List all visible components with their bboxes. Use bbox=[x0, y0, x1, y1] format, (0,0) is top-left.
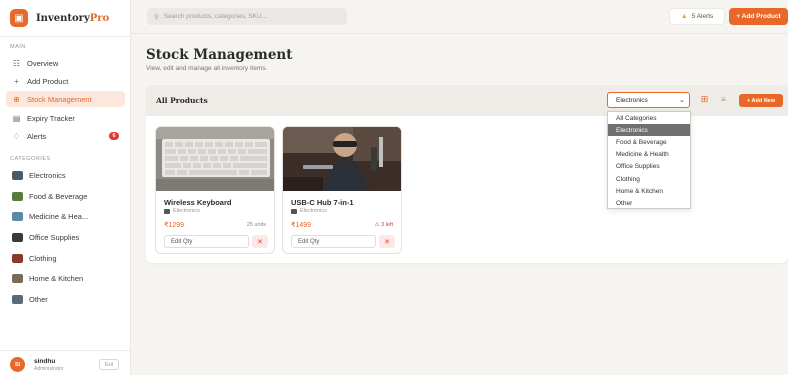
product-name: USB-C Hub 7-in-1 bbox=[291, 198, 354, 207]
category-dropdown-list: All Categories Electronics Food & Bevera… bbox=[607, 111, 691, 209]
keyboard-product-image bbox=[156, 127, 274, 191]
category-icon bbox=[291, 208, 297, 214]
sidebar-category-office-supplies[interactable]: Office Supplies bbox=[6, 229, 125, 245]
app-name: InventoryPro bbox=[36, 12, 110, 24]
grid-view-icon[interactable]: ⊞ bbox=[699, 94, 710, 105]
list-view-icon[interactable]: ≡ bbox=[718, 94, 729, 105]
brand[interactable]: ▣ InventoryPro bbox=[10, 9, 109, 27]
category-label: Clothing bbox=[29, 253, 57, 263]
product-category-label: Electronics bbox=[173, 208, 200, 214]
category-thumbnail bbox=[12, 273, 23, 283]
category-label: Electronics bbox=[29, 170, 66, 180]
add-product-button[interactable]: + Add Product bbox=[729, 8, 788, 25]
dropdown-option-electronics[interactable]: Electronics bbox=[608, 124, 690, 137]
dropdown-option-medicine-health[interactable]: Medicine & Health bbox=[608, 149, 690, 161]
category-thumbnail bbox=[12, 170, 23, 180]
category-icon bbox=[164, 208, 170, 214]
dropdown-option-food-beverage[interactable]: Food & Beverage bbox=[608, 136, 690, 148]
sidebar-item-label: Stock Management bbox=[27, 94, 92, 104]
panel-title: All Products bbox=[156, 96, 208, 105]
product-price: ₹1499 bbox=[291, 222, 312, 229]
plus-icon: + bbox=[14, 76, 19, 86]
category-label: Office Supplies bbox=[29, 232, 80, 242]
product-category: Electronics bbox=[291, 208, 327, 214]
alerts-count-badge: 6 bbox=[109, 132, 119, 140]
edit-qty-button[interactable]: Edit Qty bbox=[164, 235, 249, 248]
bell-icon: ▲ bbox=[680, 13, 688, 20]
search-icon: ⚲ bbox=[154, 13, 159, 21]
sidebar-item-alerts[interactable]: ♢ Alerts 6 bbox=[6, 128, 125, 144]
sidebar-category-food-beverage[interactable]: Food & Beverage bbox=[6, 188, 125, 204]
exit-button[interactable]: Exit bbox=[99, 359, 119, 370]
avatar[interactable]: SI bbox=[10, 357, 25, 372]
product-card: USB-C Hub 7-in-1 Electronics ₹1499 ⚠ 3 l… bbox=[282, 126, 402, 254]
box-icon: ⊕ bbox=[13, 94, 20, 104]
alerts-button[interactable]: ▲ 5 Alerts bbox=[669, 8, 725, 25]
category-thumbnail bbox=[12, 232, 23, 242]
category-label: Other bbox=[29, 294, 48, 304]
sidebar-category-home-kitchen[interactable]: Home & Kitchen bbox=[6, 270, 125, 286]
search-placeholder: Search products, categories, SKU... bbox=[163, 13, 268, 20]
sidebar-item-label: Add Product bbox=[27, 76, 69, 86]
section-label-main: MAIN bbox=[10, 44, 26, 50]
dropdown-option-home-kitchen[interactable]: Home & Kitchen bbox=[608, 185, 690, 197]
sidebar-category-other[interactable]: Other bbox=[6, 291, 125, 307]
sidebar-item-stock-management[interactable]: ⊕ Stock Management bbox=[6, 91, 125, 107]
category-label: Medicine & Hea... bbox=[29, 211, 89, 221]
panel-header: All Products Electronics ⌄ ⊞ ≡ + Add New bbox=[146, 85, 788, 116]
product-name: Wireless Keyboard bbox=[164, 198, 232, 207]
user-role: Administrator bbox=[34, 366, 64, 372]
sidebar: ▣ InventoryPro MAIN ☷ Overview + Add Pro… bbox=[0, 0, 131, 375]
user-name: sindhu bbox=[34, 358, 56, 365]
delete-button[interactable]: ✕ bbox=[252, 235, 268, 248]
dropdown-option-other[interactable]: Other bbox=[608, 197, 690, 209]
bell-icon: ♢ bbox=[12, 131, 21, 141]
calendar-icon: ▤ bbox=[12, 113, 21, 123]
dropdown-option-office-supplies[interactable]: Office Supplies bbox=[608, 161, 690, 173]
sidebar-item-expiry-tracker[interactable]: ▤ Expiry Tracker bbox=[6, 110, 125, 126]
product-category-label: Electronics bbox=[300, 208, 327, 214]
divider bbox=[0, 36, 131, 37]
product-stock-low-warning: ⚠ 3 left bbox=[374, 222, 393, 228]
sidebar-item-label: Alerts bbox=[27, 131, 47, 141]
category-thumbnail bbox=[12, 253, 23, 263]
product-card: Wireless Keyboard Electronics ₹1299 25 u… bbox=[155, 126, 275, 254]
usb-hub-product-image bbox=[283, 127, 401, 191]
sidebar-category-medicine-health[interactable]: Medicine & Hea... bbox=[6, 208, 125, 224]
delete-button[interactable]: ✕ bbox=[379, 235, 395, 248]
section-label-categories: CATEGORIES bbox=[10, 156, 51, 162]
sidebar-item-add-product[interactable]: + Add Product bbox=[6, 73, 125, 89]
product-stock: 25 units bbox=[246, 222, 266, 228]
grid-icon: ☷ bbox=[12, 58, 21, 68]
dropdown-option-clothing[interactable]: Clothing bbox=[608, 173, 690, 185]
dropdown-option-all-categories[interactable]: All Categories bbox=[608, 112, 690, 124]
user-profile: SI sindhu Administrator Exit bbox=[0, 350, 131, 375]
sidebar-item-overview[interactable]: ☷ Overview bbox=[6, 55, 125, 71]
category-thumbnail bbox=[12, 191, 23, 201]
category-label: Home & Kitchen bbox=[29, 273, 84, 283]
category-select[interactable]: Electronics ⌄ bbox=[607, 92, 690, 108]
topbar: ⚲ Search products, categories, SKU... ▲ … bbox=[131, 0, 788, 34]
page-subtitle: View, edit and manage all inventory item… bbox=[146, 65, 268, 72]
search-input[interactable]: ⚲ Search products, categories, SKU... bbox=[147, 8, 347, 25]
edit-qty-button[interactable]: Edit Qty bbox=[291, 235, 376, 248]
sidebar-item-label: Overview bbox=[27, 58, 59, 68]
sidebar-category-clothing[interactable]: Clothing bbox=[6, 250, 125, 266]
sidebar-item-label: Expiry Tracker bbox=[27, 113, 75, 123]
add-new-button[interactable]: + Add New bbox=[739, 94, 783, 107]
category-select-value: Electronics bbox=[616, 96, 648, 104]
box-icon: ▣ bbox=[10, 9, 28, 27]
sidebar-category-electronics[interactable]: Electronics bbox=[6, 167, 125, 183]
page-title: Stock Management bbox=[146, 47, 293, 63]
category-label: Food & Beverage bbox=[29, 191, 88, 201]
category-thumbnail bbox=[12, 211, 23, 221]
product-category: Electronics bbox=[164, 208, 200, 214]
alerts-label: 5 Alerts bbox=[691, 13, 714, 20]
product-price: ₹1299 bbox=[164, 222, 185, 229]
category-thumbnail bbox=[12, 294, 23, 304]
chevron-down-icon: ⌄ bbox=[679, 97, 685, 104]
